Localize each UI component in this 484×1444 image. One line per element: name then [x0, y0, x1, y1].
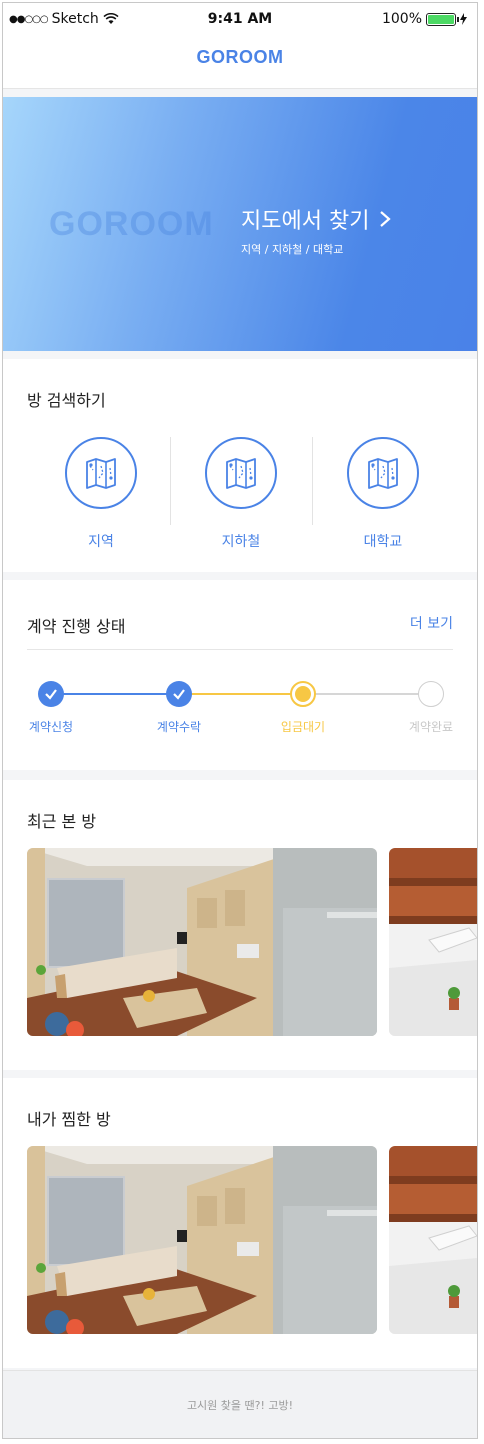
banner-watermark: GOROOM: [49, 205, 214, 243]
brand-logo: GOROOM: [196, 47, 284, 67]
search-region-label: 지역: [88, 534, 114, 550]
room-photo: [389, 1146, 477, 1334]
map-search-banner[interactable]: GOROOM 지도에서 찾기 지역 / 지하철 / 대학교: [3, 97, 477, 351]
divider: [27, 649, 453, 650]
chevron-right-icon: [380, 211, 392, 227]
footer: 고시원 찾을 땐?! 고방!: [3, 1370, 477, 1438]
battery-icon: [426, 12, 459, 26]
search-by-university-button[interactable]: 대학교: [311, 437, 455, 551]
status-battery: 100%: [382, 11, 467, 27]
nav-bar: GOROOM: [3, 33, 477, 89]
step-label: 계약수락: [156, 720, 202, 734]
step-pending-dot: [418, 681, 444, 707]
room-card[interactable]: [27, 848, 377, 1036]
section-title: 내가 찜한 방: [27, 1110, 111, 1129]
room-photo: [27, 1146, 377, 1334]
battery-percent: 100%: [381, 11, 422, 27]
region-icon-circle: [65, 437, 137, 509]
room-card[interactable]: [27, 1146, 377, 1334]
see-more-link[interactable]: 더 보기: [410, 613, 453, 633]
search-by-subway-button[interactable]: 지하철: [169, 437, 313, 551]
step-current-dot: [290, 681, 316, 707]
step-label: 계약완료: [408, 720, 454, 734]
room-photo: [27, 848, 377, 1036]
app-screen: ●●○○○ Sketch 9:41 AM 100% GOROOM GOROOM: [2, 2, 478, 1439]
banner-subtitle: 지역 / 지하철 / 대학교: [241, 243, 344, 256]
search-subway-label: 지하철: [221, 534, 261, 550]
contract-status-section: 계약 진행 상태 더 보기 계약신청 계약수락 입금대기 계약완료: [3, 580, 477, 770]
step-done-dot: [166, 681, 192, 707]
status-bar: ●●○○○ Sketch 9:41 AM 100%: [3, 3, 477, 33]
search-university-label: 대학교: [363, 534, 403, 550]
recent-rooms-section: 최근 본 방: [3, 780, 477, 1070]
room-card[interactable]: [389, 1146, 477, 1334]
progress-line-current: [179, 693, 303, 695]
section-title: 계약 진행 상태: [27, 617, 126, 636]
search-by-region-button[interactable]: 지역: [29, 437, 173, 551]
section-title: 방 검색하기: [27, 391, 106, 410]
favorite-rooms-section: 내가 찜한 방: [3, 1078, 477, 1368]
subway-icon-circle: [205, 437, 277, 509]
banner-title-text: 지도에서 찾기: [241, 209, 370, 234]
room-photo: [389, 848, 477, 1036]
progress-line-pending: [303, 693, 431, 695]
map-icon: [86, 458, 116, 489]
check-icon: [45, 689, 57, 700]
room-search-section: 방 검색하기 지역 지하철 대학교: [3, 359, 477, 572]
step-done-dot: [38, 681, 64, 707]
section-title: 최근 본 방: [27, 812, 97, 831]
banner-title: 지도에서 찾기: [241, 203, 392, 235]
university-icon-circle: [347, 437, 419, 509]
step-label: 입금대기: [280, 720, 326, 734]
footer-slogan: 고시원 찾을 땐?! 고방!: [186, 1399, 294, 1412]
map-icon: [226, 458, 256, 489]
check-icon: [173, 689, 185, 700]
map-icon: [368, 458, 398, 489]
progress-line-done: [51, 693, 179, 695]
room-card[interactable]: [389, 848, 477, 1036]
step-label: 계약신청: [28, 720, 74, 734]
charging-icon: [460, 13, 467, 25]
